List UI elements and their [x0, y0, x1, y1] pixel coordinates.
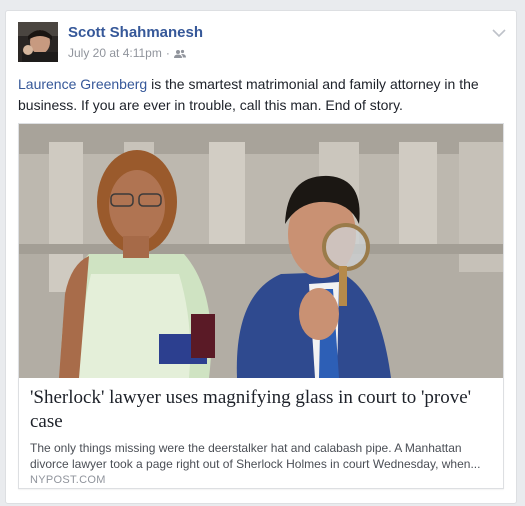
- meta-separator: ·: [165, 46, 170, 60]
- mention-link[interactable]: Laurence Greenberg: [18, 76, 147, 92]
- link-preview-domain: NYPOST.COM: [30, 474, 106, 486]
- chevron-down-icon[interactable]: [492, 25, 506, 38]
- link-preview-title[interactable]: 'Sherlock' lawyer uses magnifying glass …: [30, 386, 496, 434]
- link-preview-description: The only things missing were the deersta…: [30, 441, 481, 471]
- post-timestamp-link[interactable]: July 20 at 4:11pm: [68, 46, 162, 60]
- news-feed-post: Scott Shahmanesh July 20 at 4:11pm · Lau…: [5, 10, 517, 504]
- post-message: Laurence Greenberg is the smartest matri…: [18, 74, 500, 116]
- post-meta: July 20 at 4:11pm ·: [68, 46, 186, 60]
- friends-icon[interactable]: [173, 48, 186, 58]
- link-preview-card[interactable]: 'Sherlock' lawyer uses magnifying glass …: [18, 123, 504, 489]
- author-avatar[interactable]: [18, 22, 58, 62]
- link-preview-image[interactable]: [19, 124, 503, 378]
- author-name-link[interactable]: Scott Shahmanesh: [68, 24, 203, 41]
